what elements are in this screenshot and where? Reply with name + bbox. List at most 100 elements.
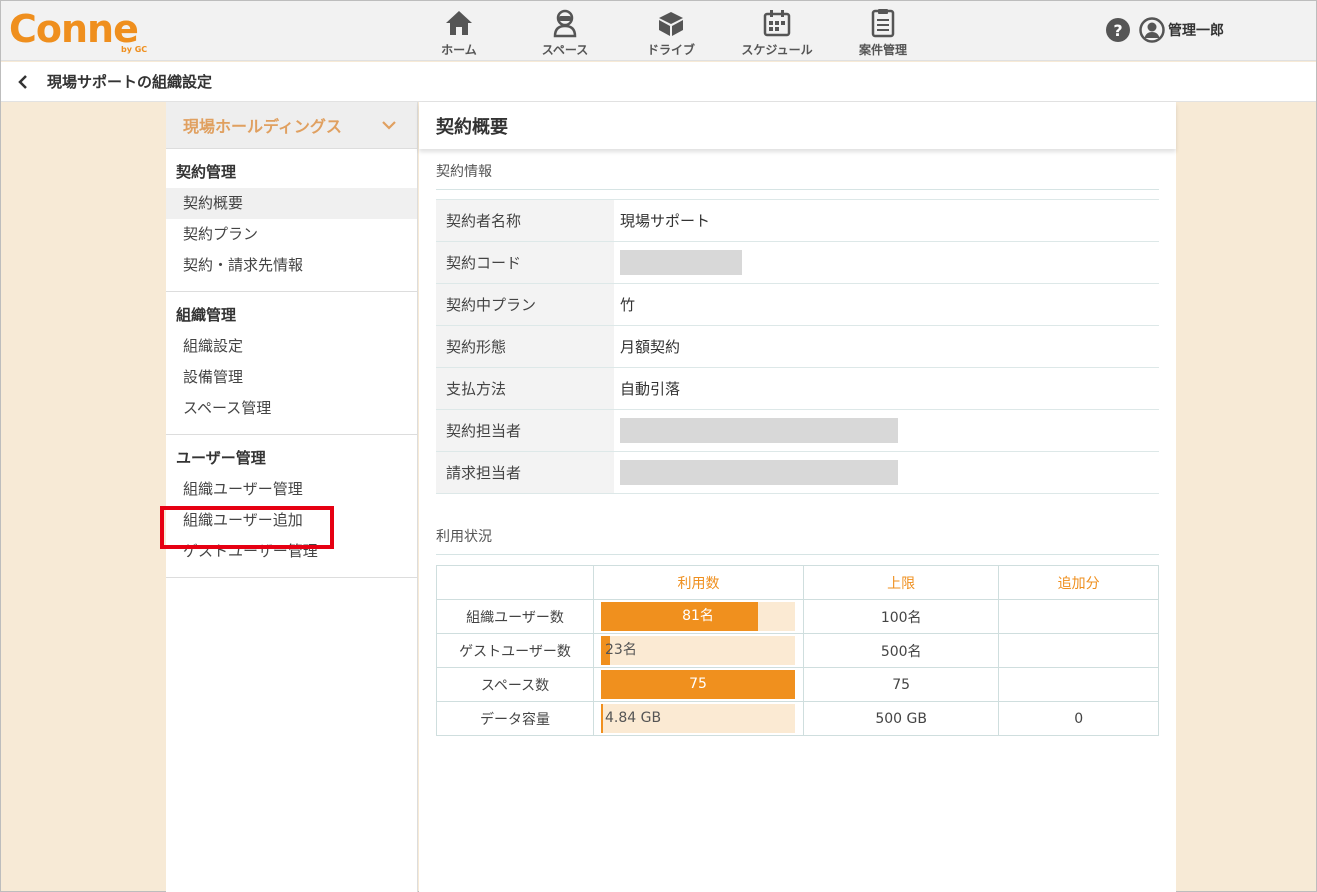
contract-info-table: 契約者名称 現場サポート 契約コード 契約中プラン 竹 契約形態 月額契約 支払… xyxy=(436,199,1159,494)
table-row: ゲストユーザー数 23名 500名 xyxy=(436,633,1159,668)
sidebar-item-org-settings[interactable]: 組織設定 xyxy=(166,331,417,362)
space-icon xyxy=(553,9,577,38)
usage-bar: 81名 xyxy=(601,602,795,631)
usage-bar: 4.84 GB xyxy=(601,704,795,733)
info-value: 月額契約 xyxy=(614,326,1159,367)
table-row: 契約コード xyxy=(436,242,1159,284)
redacted-contract-manager xyxy=(620,418,898,443)
sidebar-item-org-user-management[interactable]: 組織ユーザー管理 xyxy=(166,474,417,505)
highlight-annotation-box xyxy=(160,506,334,549)
table-row: 契約形態 月額契約 xyxy=(436,326,1159,368)
user-avatar-icon xyxy=(1139,17,1165,43)
nav-drive-label: ドライブ xyxy=(646,43,695,57)
table-row: 組織ユーザー数 81名 100名 xyxy=(436,599,1159,634)
page-title: 現場サポートの組織設定 xyxy=(47,73,213,91)
usage-bar-cell: 75 xyxy=(593,667,804,702)
sidebar-item-contract-overview[interactable]: 契約概要 xyxy=(166,188,417,219)
usage-col-header-extra: 追加分 xyxy=(998,565,1159,600)
usage-bar: 75 xyxy=(601,670,795,699)
redacted-contract-code xyxy=(620,250,742,275)
info-value: 自動引落 xyxy=(614,368,1159,409)
usage-heading: 利用状況 xyxy=(436,514,1159,555)
user-name: 管理一郎 xyxy=(1168,23,1224,39)
info-value xyxy=(614,410,1159,451)
nav-space[interactable]: スペース xyxy=(512,1,618,61)
usage-value: 81名 xyxy=(682,608,714,624)
usage-label: 組織ユーザー数 xyxy=(436,599,594,634)
info-key: 契約形態 xyxy=(436,326,614,367)
sidebar: 現場ホールディングス 契約管理 契約概要 契約プラン 契約・請求先情報 組織管理… xyxy=(166,102,418,892)
main-nav: ホーム スペース ドライブ スケジュール 案件管理 xyxy=(406,1,936,61)
info-key: 契約者名称 xyxy=(436,200,614,241)
sidebar-item-space-management[interactable]: スペース管理 xyxy=(166,393,417,424)
info-key: 支払方法 xyxy=(436,368,614,409)
contractor-name: 現場サポート xyxy=(620,212,711,230)
sidebar-section-org: 組織管理 組織設定 設備管理 スペース管理 xyxy=(166,292,417,435)
org-selector[interactable]: 現場ホールディングス xyxy=(166,102,417,149)
back-button[interactable] xyxy=(13,72,33,92)
sidebar-section-contract: 契約管理 契約概要 契約プラン 契約・請求先情報 xyxy=(166,149,417,292)
nav-home[interactable]: ホーム xyxy=(406,1,512,61)
table-row: データ容量 4.84 GB 500 GB 0 xyxy=(436,701,1159,736)
table-row: 契約担当者 xyxy=(436,410,1159,452)
info-key: 請求担当者 xyxy=(436,452,614,493)
logo-by-text: by GC xyxy=(121,45,148,54)
usage-bar-cell: 4.84 GB xyxy=(593,701,804,736)
sidebar-item-equipment[interactable]: 設備管理 xyxy=(166,362,417,393)
user-menu[interactable]: 管理一郎 xyxy=(1139,17,1224,43)
contract-info-heading: 契約情報 xyxy=(436,149,1159,190)
nav-space-label: スペース xyxy=(541,43,589,57)
usage-limit: 100名 xyxy=(802,599,1000,634)
chevron-down-icon xyxy=(382,121,396,130)
payment-method-value: 自動引落 xyxy=(620,380,681,398)
usage-header-row: 利用数 上限 追加分 xyxy=(436,565,1159,600)
usage-extra xyxy=(998,633,1159,668)
page-subheader: 現場サポートの組織設定 xyxy=(1,62,1316,102)
usage-bar-cell: 81名 xyxy=(593,599,804,634)
usage-col-header-used: 利用数 xyxy=(593,565,804,600)
usage-label: ゲストユーザー数 xyxy=(436,633,594,668)
usage-limit: 500名 xyxy=(802,633,1000,668)
info-key: 契約コード xyxy=(436,242,614,283)
usage-value: 75 xyxy=(689,676,707,692)
nav-home-label: ホーム xyxy=(441,43,477,57)
nav-projects[interactable]: 案件管理 xyxy=(830,1,936,61)
table-row: 契約中プラン 竹 xyxy=(436,284,1159,326)
usage-table: 利用数 上限 追加分 組織ユーザー数 81名 100名 ゲストユーザー数 23名 xyxy=(436,565,1159,736)
usage-label: データ容量 xyxy=(436,701,594,736)
table-row: 支払方法 自動引落 xyxy=(436,368,1159,410)
sidebar-section-title: ユーザー管理 xyxy=(176,449,266,467)
contract-type-value: 月額契約 xyxy=(620,338,681,356)
main-title: 契約概要 xyxy=(419,102,1176,149)
sidebar-section-title: 契約管理 xyxy=(176,163,237,181)
usage-value: 23名 xyxy=(605,642,637,658)
usage-limit: 500 GB xyxy=(802,701,1000,736)
redacted-billing-manager xyxy=(620,460,898,485)
org-name: 現場ホールディングス xyxy=(183,117,342,136)
sidebar-item-billing-info[interactable]: 契約・請求先情報 xyxy=(166,250,417,281)
info-value xyxy=(614,452,1159,493)
usage-extra xyxy=(998,667,1159,702)
drive-icon xyxy=(659,12,683,36)
conne-logo[interactable]: Conne xyxy=(9,7,139,57)
usage-value: 4.84 GB xyxy=(605,710,662,726)
usage-label: スペース数 xyxy=(436,667,594,702)
sidebar-item-contract-plan[interactable]: 契約プラン xyxy=(166,219,417,250)
info-value xyxy=(614,242,1159,283)
info-value: 現場サポート xyxy=(614,200,1159,241)
nav-schedule-label: スケジュール xyxy=(741,43,813,57)
info-key: 契約担当者 xyxy=(436,410,614,451)
nav-drive[interactable]: ドライブ xyxy=(618,1,724,61)
nav-schedule[interactable]: スケジュール xyxy=(724,1,830,61)
chevron-left-icon xyxy=(18,74,27,89)
usage-extra: 0 xyxy=(998,701,1159,736)
usage-bar: 23名 xyxy=(601,636,795,665)
usage-col-header xyxy=(436,565,594,600)
table-row: 請求担当者 xyxy=(436,452,1159,494)
home-icon xyxy=(446,11,472,35)
help-icon[interactable]: ? xyxy=(1106,18,1130,42)
info-value: 竹 xyxy=(614,284,1159,325)
usage-extra xyxy=(998,599,1159,634)
info-key: 契約中プラン xyxy=(436,284,614,325)
sidebar-section-title: 組織管理 xyxy=(176,306,237,324)
